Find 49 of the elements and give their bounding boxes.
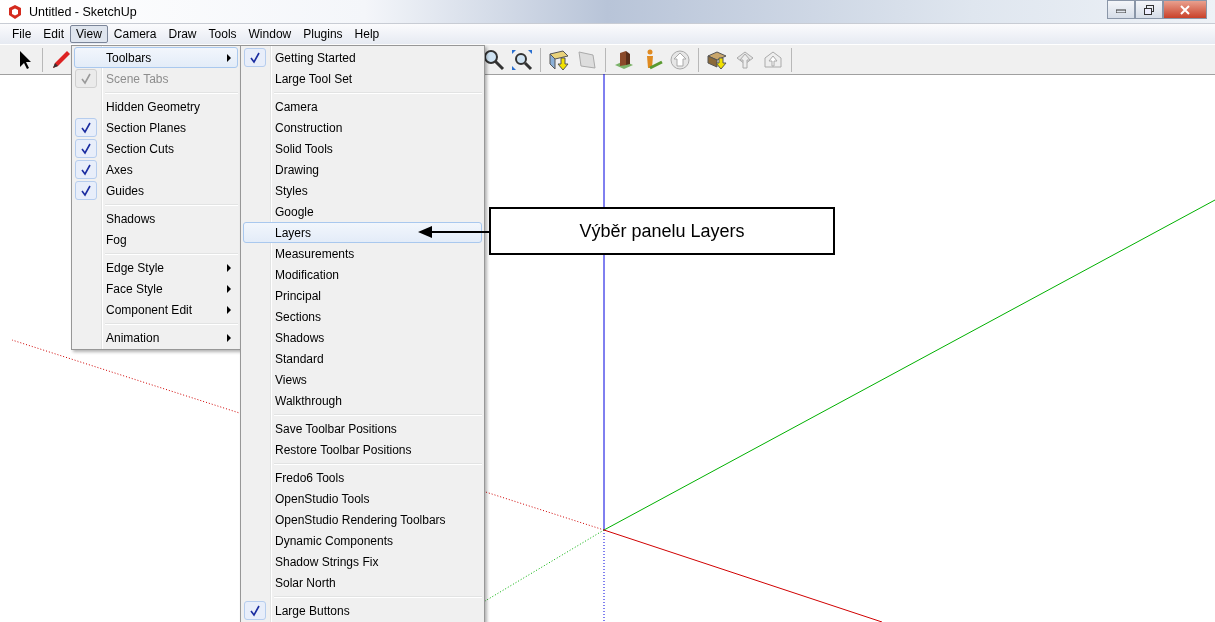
menu-item[interactable]: Walkthrough [243, 390, 482, 411]
menu-item[interactable]: OpenStudio Tools [243, 488, 482, 509]
menu-item[interactable]: Standard [243, 348, 482, 369]
callout-label: Výběr panelu Layers [489, 207, 835, 255]
menu-bar-item[interactable]: Plugins [297, 25, 349, 43]
menu-item[interactable]: Shadow Strings Fix [243, 551, 482, 572]
menu-item[interactable]: Axes [74, 159, 238, 180]
menu-bar-item[interactable]: Edit [37, 25, 71, 43]
menu-bar-item[interactable]: Window [242, 25, 298, 43]
menu-item[interactable]: Sections [243, 306, 482, 327]
menu-item[interactable]: Edge Style [74, 257, 238, 278]
menu-item[interactable]: Hidden Geometry [74, 96, 238, 117]
menu-item[interactable]: Solid Tools [243, 138, 482, 159]
menu-item[interactable]: Dynamic Components [243, 530, 482, 551]
menu-bar-item[interactable]: Camera [107, 25, 163, 43]
menu-bar-item[interactable]: Help [348, 25, 386, 43]
menu-item[interactable]: Shadows [243, 327, 482, 348]
menu-item[interactable]: Principal [243, 285, 482, 306]
menu-bar-item[interactable]: Tools [202, 25, 243, 43]
menu-bar-item[interactable]: Draw [162, 25, 203, 43]
menu-item[interactable]: Google [243, 201, 482, 222]
menu-item[interactable]: Styles [243, 180, 482, 201]
menu-item[interactable]: Restore Toolbar Positions [243, 439, 482, 460]
menu-item[interactable]: Face Style [74, 278, 238, 299]
menu-item[interactable]: Large Buttons [243, 600, 482, 621]
menu-item[interactable]: Construction [243, 117, 482, 138]
menu-item[interactable]: Measurements [243, 243, 482, 264]
menu-item[interactable]: OpenStudio Rendering Toolbars [243, 509, 482, 530]
menu-item[interactable]: Modification [243, 264, 482, 285]
menu-item[interactable]: Views [243, 369, 482, 390]
window-title: Untitled - SketchUp [29, 4, 137, 19]
menu-item[interactable]: Getting Started [243, 47, 482, 68]
menu-item[interactable]: Save Toolbar Positions [243, 418, 482, 439]
menu-item[interactable]: Toolbars [74, 47, 238, 68]
menu-item[interactable]: Drawing [243, 159, 482, 180]
menu-item[interactable]: Large Tool Set [243, 68, 482, 89]
menu-item[interactable]: Layers [243, 222, 482, 243]
menu-item[interactable]: Guides [74, 180, 238, 201]
menu-item[interactable]: Shadows [74, 208, 238, 229]
menu-item[interactable]: Fog [74, 229, 238, 250]
menu-item[interactable]: Fredo6 Tools [243, 467, 482, 488]
menu-item[interactable]: Section Planes [74, 117, 238, 138]
menu-bar-item[interactable]: View [70, 25, 108, 43]
menu-item[interactable]: Solar North [243, 572, 482, 593]
menu-item[interactable]: Component Edit [74, 299, 238, 320]
menu-item[interactable]: Camera [243, 96, 482, 117]
menu-item[interactable]: Section Cuts [74, 138, 238, 159]
menu-item[interactable]: Animation [74, 327, 238, 348]
menu-bar-item[interactable]: File [6, 25, 38, 43]
